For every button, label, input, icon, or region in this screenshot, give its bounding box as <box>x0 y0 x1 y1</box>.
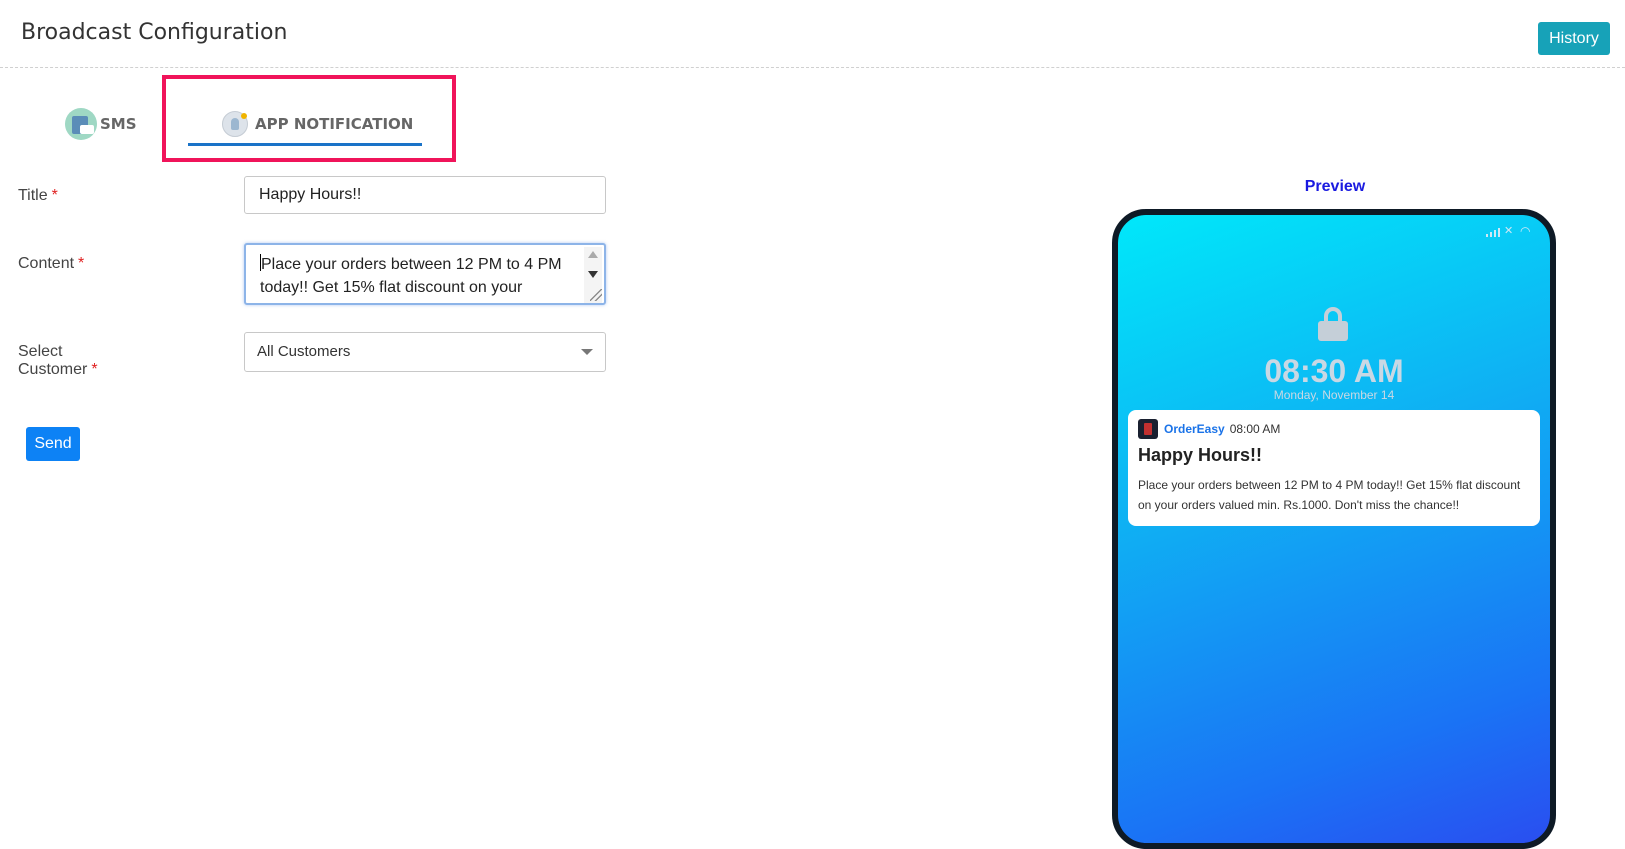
customer-label: Select Customer * <box>18 343 98 378</box>
content-textarea[interactable]: Place your orders between 12 PM to 4 PM … <box>244 243 606 305</box>
signal-icon <box>1486 228 1500 237</box>
content-text: Place your orders between 12 PM to 4 PM … <box>260 256 562 303</box>
resize-handle-icon[interactable] <box>590 289 602 301</box>
lockscreen-date: Monday, November 14 <box>1273 388 1395 402</box>
scroll-up-arrow-icon[interactable] <box>588 251 598 258</box>
lock-icon <box>1318 307 1348 341</box>
phone-preview: ✕ ◠ 08:30 AM Monday, November 14 OrderEa… <box>1112 209 1556 849</box>
status-bar: ✕ ◠ <box>1486 225 1534 237</box>
customer-select[interactable]: All Customers <box>244 332 606 372</box>
content-label: Content * <box>18 255 85 272</box>
title-label: Title * <box>18 187 58 204</box>
mute-icon: ✕ <box>1504 225 1514 237</box>
notification-card: OrderEasy 08:00 AM Happy Hours!! Place y… <box>1128 410 1540 526</box>
required-mark: * <box>51 187 58 204</box>
app-logo-icon <box>1138 419 1158 439</box>
wifi-icon: ◠ <box>1520 224 1531 238</box>
tab-sms-label: SMS <box>100 115 137 133</box>
customer-select-value: All Customers <box>257 343 351 360</box>
notification-body: Place your orders between 12 PM to 4 PM … <box>1138 478 1521 512</box>
title-input[interactable]: Happy Hours!! <box>244 176 606 214</box>
lockscreen-time: 08:30 AM <box>1264 353 1404 389</box>
send-button[interactable]: Send <box>26 427 80 461</box>
tab-sms[interactable]: SMS <box>65 107 137 141</box>
sms-icon <box>65 108 97 140</box>
notification-time: 08:00 AM <box>1229 422 1281 436</box>
notification-app-name: OrderEasy <box>1164 422 1225 436</box>
preview-label: Preview <box>1304 178 1366 195</box>
page-title: Broadcast Configuration <box>21 20 288 45</box>
highlight-box <box>162 75 456 162</box>
history-button[interactable]: History <box>1538 22 1610 55</box>
notification-header: OrderEasy 08:00 AM <box>1138 418 1530 440</box>
chevron-down-icon <box>581 349 593 355</box>
page-header: Broadcast Configuration History <box>0 0 1625 68</box>
notification-title: Happy Hours!! <box>1138 445 1263 465</box>
required-mark: * <box>78 255 85 272</box>
scroll-down-arrow-icon[interactable] <box>588 271 598 278</box>
required-mark: * <box>91 361 98 378</box>
broadcast-tabs: SMS APP NOTIFICATION <box>0 75 480 165</box>
